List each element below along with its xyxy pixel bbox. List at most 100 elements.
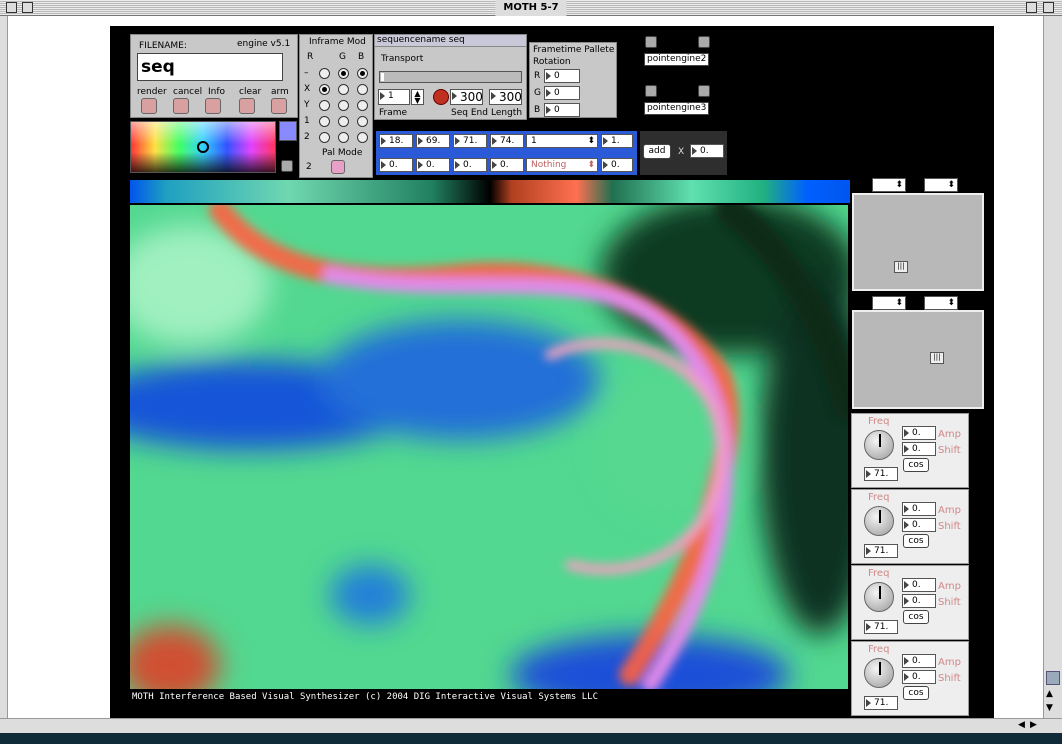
scroll-left-icon[interactable]: ◀ xyxy=(1018,720,1025,730)
lfo-1-wave-button[interactable]: cos xyxy=(903,458,929,472)
lfo-3-wave-button[interactable]: cos xyxy=(903,610,929,624)
radio-r-1[interactable] xyxy=(319,116,330,127)
palette-r-field[interactable]: 0 xyxy=(544,69,580,83)
vertical-scrollbar[interactable]: ▲ ▼ xyxy=(1043,16,1062,718)
row1-field-2[interactable]: 69. xyxy=(416,134,450,148)
scroll-right-icon[interactable]: ▶ xyxy=(1030,720,1037,730)
record-icon[interactable] xyxy=(433,89,449,105)
color-picker[interactable] xyxy=(130,121,276,173)
frame-field[interactable]: 1 xyxy=(378,89,410,105)
lfo-2-freq-field[interactable]: 71. xyxy=(864,544,898,558)
xy-pad-1[interactable]: ||| xyxy=(852,193,984,291)
pal-mode-button[interactable] xyxy=(331,160,345,174)
radio-b-1[interactable] xyxy=(357,116,368,127)
scroll-up-icon[interactable]: ▲ xyxy=(1046,689,1053,699)
transport-slider[interactable] xyxy=(379,71,522,83)
palette-g-field[interactable]: 0 xyxy=(544,86,580,100)
radio-b-minus[interactable] xyxy=(357,68,368,79)
pointengine3-button[interactable]: pointengine3 xyxy=(644,102,710,115)
lfo-1-freq-label: Freq xyxy=(868,416,890,427)
lfo-1-shift-field[interactable]: 0. xyxy=(902,442,936,456)
lfo-1-knob[interactable] xyxy=(864,430,894,460)
lfo-2-wave-button[interactable]: cos xyxy=(903,534,929,548)
render-label: render xyxy=(137,87,167,97)
radio-b-2[interactable] xyxy=(357,132,368,143)
lfo-4-amp-field[interactable]: 0. xyxy=(902,654,936,668)
lfo-2-shift-field[interactable]: 0. xyxy=(902,518,936,532)
palette-r-label: R xyxy=(534,71,541,81)
palette-b-field[interactable]: 0 xyxy=(544,103,580,117)
lfo-4-shift-field[interactable]: 0. xyxy=(902,670,936,684)
filename-input[interactable]: seq xyxy=(137,53,283,81)
row1-field-4[interactable]: 74. xyxy=(490,134,524,148)
lfo-4-knob[interactable] xyxy=(864,658,894,688)
engine3-toggle-a[interactable] xyxy=(645,85,657,97)
engine3-toggle-b[interactable] xyxy=(698,85,710,97)
cancel-button[interactable] xyxy=(173,98,189,114)
lfo-3-shift-field[interactable]: 0. xyxy=(902,594,936,608)
lfo-1-amp-field[interactable]: 0. xyxy=(902,426,936,440)
radio-r-x[interactable] xyxy=(319,84,330,95)
pad1-menu-b[interactable] xyxy=(924,178,958,192)
radio-r-2[interactable] xyxy=(319,132,330,143)
row2-field-2[interactable]: 0. xyxy=(416,158,450,172)
info-button[interactable] xyxy=(205,98,221,114)
pad2-menu-b[interactable] xyxy=(924,296,958,310)
windowshade-box-icon[interactable] xyxy=(1043,2,1054,13)
pad2-menu-a[interactable] xyxy=(872,296,906,310)
row2-field-4[interactable]: 0. xyxy=(490,158,524,172)
horizontal-scrollbar[interactable]: ◀ ▶ xyxy=(0,718,1062,733)
pointengine2-button[interactable]: pointengine2 xyxy=(644,53,710,66)
row2-field-3[interactable]: 0. xyxy=(453,158,487,172)
lfo-3-amp-field[interactable]: 0. xyxy=(902,578,936,592)
visual-display[interactable] xyxy=(130,205,848,689)
lfo-2-amp-field[interactable]: 0. xyxy=(902,502,936,516)
seq-end-field[interactable]: 300 xyxy=(450,89,483,105)
row1-field-3[interactable]: 71. xyxy=(453,134,487,148)
color-toggle[interactable] xyxy=(281,160,293,172)
radio-b-y[interactable] xyxy=(357,100,368,111)
close-box-icon[interactable] xyxy=(6,2,17,13)
col-g: G xyxy=(339,52,346,62)
window-titlebar[interactable]: MOTH 5-7 xyxy=(0,0,1062,16)
color-cursor[interactable] xyxy=(197,141,209,153)
zoom-box-icon[interactable] xyxy=(1026,2,1037,13)
row2-menu[interactable]: Nothing xyxy=(526,158,598,172)
radio-r-y[interactable] xyxy=(319,100,330,111)
row1-field-1[interactable]: 18. xyxy=(379,134,413,148)
scroll-down-icon[interactable]: ▼ xyxy=(1046,703,1053,713)
lfo-1-freq-field[interactable]: 71. xyxy=(864,467,898,481)
radio-g-2[interactable] xyxy=(338,132,349,143)
radio-g-y[interactable] xyxy=(338,100,349,111)
lfo-4-wave-button[interactable]: cos xyxy=(903,686,929,700)
render-button[interactable] xyxy=(141,98,157,114)
radio-g-x[interactable] xyxy=(338,84,349,95)
lfo-4-freq-field[interactable]: 71. xyxy=(864,696,898,710)
engine2-toggle-a[interactable] xyxy=(645,36,657,48)
row1-field-end[interactable]: 1. xyxy=(601,134,633,148)
pad1-menu-a[interactable] xyxy=(872,178,906,192)
length-field[interactable]: 300 xyxy=(489,89,522,105)
radio-g-minus[interactable] xyxy=(338,68,349,79)
collapse-box-icon[interactable] xyxy=(22,2,33,13)
row2-field-end[interactable]: 0. xyxy=(601,158,633,172)
radio-g-1[interactable] xyxy=(338,116,349,127)
xy-pad-1-handle[interactable]: ||| xyxy=(894,261,908,273)
row1-menu[interactable]: 1 xyxy=(526,134,598,148)
row2-field-1[interactable]: 0. xyxy=(379,158,413,172)
arm-button[interactable] xyxy=(271,98,287,114)
lfo-3-freq-field[interactable]: 71. xyxy=(864,620,898,634)
radio-b-x[interactable] xyxy=(357,84,368,95)
xy-pad-2[interactable]: ||| xyxy=(852,310,984,409)
scroll-thumb[interactable] xyxy=(1046,671,1060,685)
clear-button[interactable] xyxy=(239,98,255,114)
lfo-3-knob[interactable] xyxy=(864,582,894,612)
radio-r-minus[interactable] xyxy=(319,68,330,79)
transport-handle[interactable] xyxy=(381,73,384,81)
lfo-2-knob[interactable] xyxy=(864,506,894,536)
add-button[interactable]: add xyxy=(643,144,671,159)
xy-pad-2-handle[interactable]: ||| xyxy=(930,352,944,364)
add-field[interactable]: 0. xyxy=(690,144,724,158)
engine2-toggle-b[interactable] xyxy=(698,36,710,48)
frame-stepper[interactable]: ▲ ▼ xyxy=(411,89,424,105)
